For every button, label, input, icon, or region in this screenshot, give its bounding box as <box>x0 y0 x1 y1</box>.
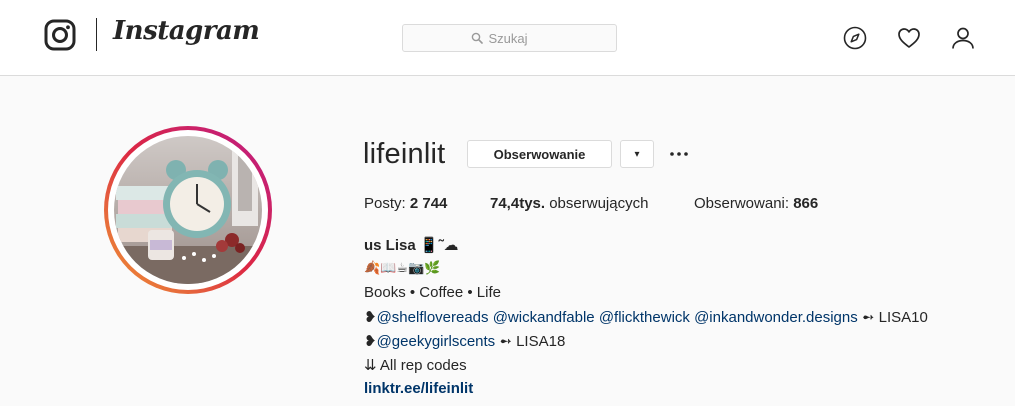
more-options-icon[interactable] <box>668 145 690 163</box>
profile-avatar-story-ring[interactable] <box>104 126 272 294</box>
followers-label: obserwujących <box>545 195 649 212</box>
instagram-wordmark[interactable]: Instagram <box>113 16 260 46</box>
top-navigation-bar: Instagram <box>0 0 1015 76</box>
bio-mentions-line: ❥@shelflovereads @wickandfable @flickthe… <box>364 308 928 326</box>
avatar[interactable] <box>114 136 262 284</box>
bio-external-link[interactable]: linktr.ee/lifeinlit <box>364 380 473 397</box>
bio-tagline: Books • Coffee • Life <box>364 284 501 301</box>
followers-value: 74,4tys. <box>490 195 546 212</box>
bio-bullet: ❥ <box>364 333 377 350</box>
user-icon[interactable] <box>951 26 975 50</box>
mention-link[interactable]: @wickandfable <box>493 309 595 326</box>
bio-mentions-line: ❥@geekygirlscents ➻ LISA18 <box>364 332 565 350</box>
search-input[interactable] <box>488 30 549 46</box>
posts-label: Posty: <box>364 195 410 212</box>
mention-link[interactable]: @shelflovereads <box>377 309 489 326</box>
instagram-camera-icon[interactable] <box>44 19 76 51</box>
bio-emoji-line: 🍂📖☕📷🌿 <box>364 260 441 275</box>
mention-link[interactable]: @inkandwonder.designs <box>694 309 858 326</box>
heart-icon[interactable] <box>897 26 921 50</box>
followers-count[interactable]: 74,4tys. obserwujących <box>490 195 648 212</box>
discount-code: ➻ LISA18 <box>495 333 566 350</box>
avatar-photo-alarm-clock-books <box>114 136 262 284</box>
avatar-border <box>108 130 268 290</box>
following-count[interactable]: Obserwowani: 866 <box>694 195 818 212</box>
following-button[interactable]: Obserwowanie <box>467 140 612 168</box>
mention-link[interactable]: @geekygirlscents <box>377 333 496 350</box>
bio-full-name: us Lisa 📱˜☁ <box>364 237 459 254</box>
search-icon <box>471 32 483 44</box>
suggestions-dropdown-button[interactable]: ▾ <box>620 140 654 168</box>
compass-icon[interactable] <box>843 26 867 50</box>
bio-rep-codes-line: ⇊ All rep codes <box>364 357 467 374</box>
following-label: Obserwowani: <box>694 195 794 212</box>
posts-value: 2 744 <box>409 195 448 212</box>
bio-bullet: ❥ <box>364 309 377 326</box>
discount-code: ➻ LISA10 <box>857 309 928 326</box>
following-value: 866 <box>793 195 819 212</box>
search-box[interactable] <box>402 24 617 52</box>
posts-count: Posty: 2 744 <box>364 195 447 212</box>
mention-link[interactable]: @flickthewick <box>599 309 690 326</box>
logo-divider <box>96 18 97 51</box>
profile-username: lifeinlit <box>363 138 446 170</box>
